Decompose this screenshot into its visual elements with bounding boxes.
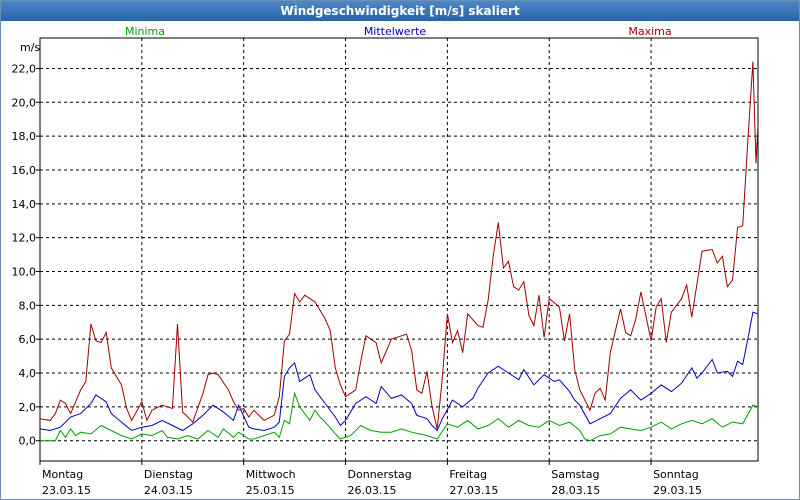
y-axis-label: m/s	[20, 41, 40, 54]
y-tick-label: 22,0	[12, 62, 37, 75]
grid-lines	[40, 38, 758, 461]
x-tick-day: Mittwoch	[246, 468, 296, 481]
x-tick-date: 25.03.15	[246, 484, 295, 497]
x-tick-day: Montag	[42, 468, 83, 481]
series-line-minima	[40, 391, 759, 442]
x-tick-day: Samstag	[551, 468, 599, 481]
x-tick-date: 27.03.15	[449, 484, 498, 497]
series-line-maxima	[39, 61, 759, 430]
series-line-mittelwerte	[39, 311, 759, 432]
x-axis-ticks: Montag 23.03.15 Dienstag 24.03.15 Mittwoch 25…	[39, 461, 702, 497]
plot-area	[39, 37, 759, 462]
legend-maxima: Maxima	[628, 25, 671, 38]
x-tick-date: 24.03.15	[144, 484, 193, 497]
y-tick-label: 16,0	[12, 164, 37, 177]
y-tick-label: 14,0	[12, 198, 37, 211]
y-tick-label: 6,0	[19, 333, 37, 346]
x-tick-date: 23.03.15	[42, 484, 91, 497]
y-tick-label: 10,0	[12, 265, 37, 278]
y-tick-label: 4,0	[19, 367, 37, 380]
legend: Minima Mittelwerte Maxima	[125, 25, 672, 38]
y-tick-label: 2,0	[19, 401, 37, 414]
wind-speed-chart: 0,0 2,0 4,0 6,0 8,0 10,0 12,0 14,0 16,0 18,0 20,0 2…	[12, 25, 759, 497]
y-tick-label: 18,0	[12, 130, 37, 143]
legend-mittelwerte: Mittelwerte	[364, 25, 427, 38]
x-tick-date: 26.03.15	[348, 484, 397, 497]
y-axis-ticks: 0,0 2,0 4,0 6,0 8,0 10,0 12,0 14,0 16,0 18,0 20,0 2…	[12, 62, 40, 448]
x-tick-date: 29.03.15	[653, 484, 702, 497]
x-tick-day: Donnerstag	[348, 468, 412, 481]
y-tick-label: 12,0	[12, 232, 37, 245]
y-tick-label: 20,0	[12, 96, 37, 109]
x-tick-date: 28.03.15	[551, 484, 600, 497]
y-tick-label: 0,0	[19, 435, 37, 448]
series-lines	[39, 61, 759, 442]
y-tick-label: 8,0	[19, 299, 37, 312]
x-tick-day: Sonntag	[653, 468, 699, 481]
x-tick-day: Freitag	[449, 468, 487, 481]
legend-minima: Minima	[125, 25, 165, 38]
x-tick-day: Dienstag	[144, 468, 193, 481]
